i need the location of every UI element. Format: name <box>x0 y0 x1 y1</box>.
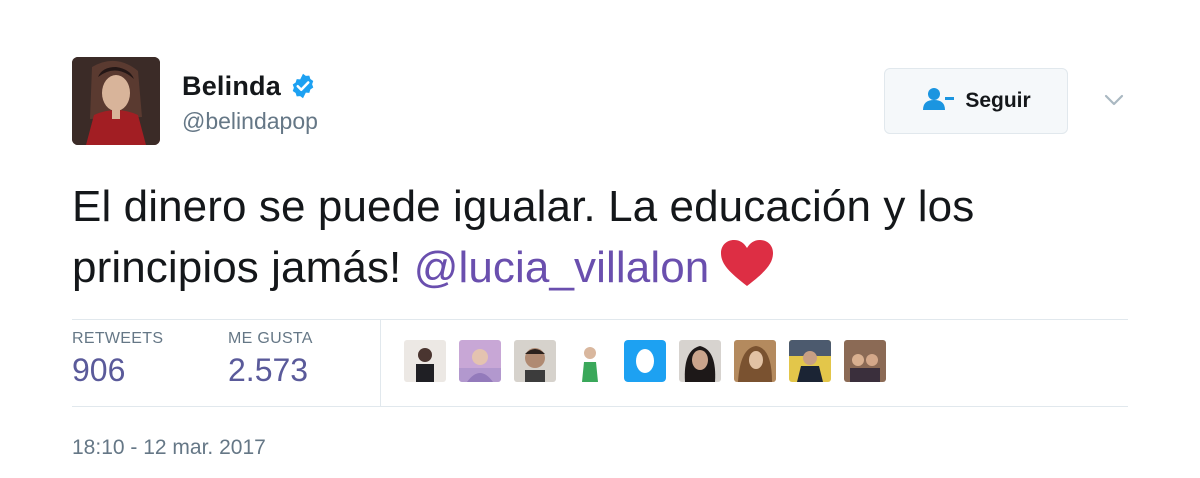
tweet-text-line-1: El dinero se puede igualar. La educación… <box>72 182 975 231</box>
likes-count: 2.573 <box>228 352 309 388</box>
follow-button[interactable]: Seguir <box>884 68 1068 134</box>
author-display-name[interactable]: Belinda <box>182 71 281 102</box>
liker-avatar-8[interactable] <box>789 340 831 382</box>
tweet-timestamp[interactable]: 18:10 - 12 mar. 2017 <box>72 436 266 460</box>
follow-button-label: Seguir <box>965 89 1031 112</box>
tweet-text-line-2: principios jamás! @lucia_villalon <box>72 237 1152 298</box>
author-name-row: Belinda <box>182 68 317 104</box>
retweets-label: RETWEETS <box>72 330 164 347</box>
add-user-icon <box>921 86 965 117</box>
likers-list <box>404 340 899 382</box>
stats-top-divider <box>72 319 1128 320</box>
tweet-text: El dinero se puede igualar. La educación… <box>72 176 1152 298</box>
liker-avatar-7[interactable] <box>734 340 776 382</box>
likes-stat[interactable]: ME GUSTA 2.573 <box>228 330 313 389</box>
liker-avatar-6[interactable] <box>679 340 721 382</box>
stats-separator <box>380 320 381 406</box>
liker-avatar-3[interactable] <box>514 340 556 382</box>
retweets-stat[interactable]: RETWEETS 906 <box>72 330 163 389</box>
retweets-count: 906 <box>72 352 126 388</box>
liker-avatar-4[interactable] <box>569 340 611 382</box>
tweet-text-line-2-prefix: principios jamás! <box>72 243 414 292</box>
author-avatar[interactable] <box>72 57 160 145</box>
chevron-down-icon[interactable] <box>1100 86 1128 114</box>
avatar-photo-icon <box>72 57 160 145</box>
author-handle[interactable]: @belindapop <box>182 108 318 135</box>
mention-link[interactable]: @lucia_villalon <box>414 243 710 292</box>
liker-avatar-1[interactable] <box>404 340 446 382</box>
liker-avatar-5[interactable] <box>624 340 666 382</box>
liker-avatar-9[interactable] <box>844 340 886 382</box>
stats-bottom-divider <box>72 406 1128 407</box>
red-heart-icon <box>719 238 775 288</box>
tweet-card: Belinda @belindapop Seguir El dinero se … <box>0 0 1200 478</box>
liker-avatar-2[interactable] <box>459 340 501 382</box>
likes-label: ME GUSTA <box>228 330 313 347</box>
verified-badge-icon <box>289 72 317 100</box>
